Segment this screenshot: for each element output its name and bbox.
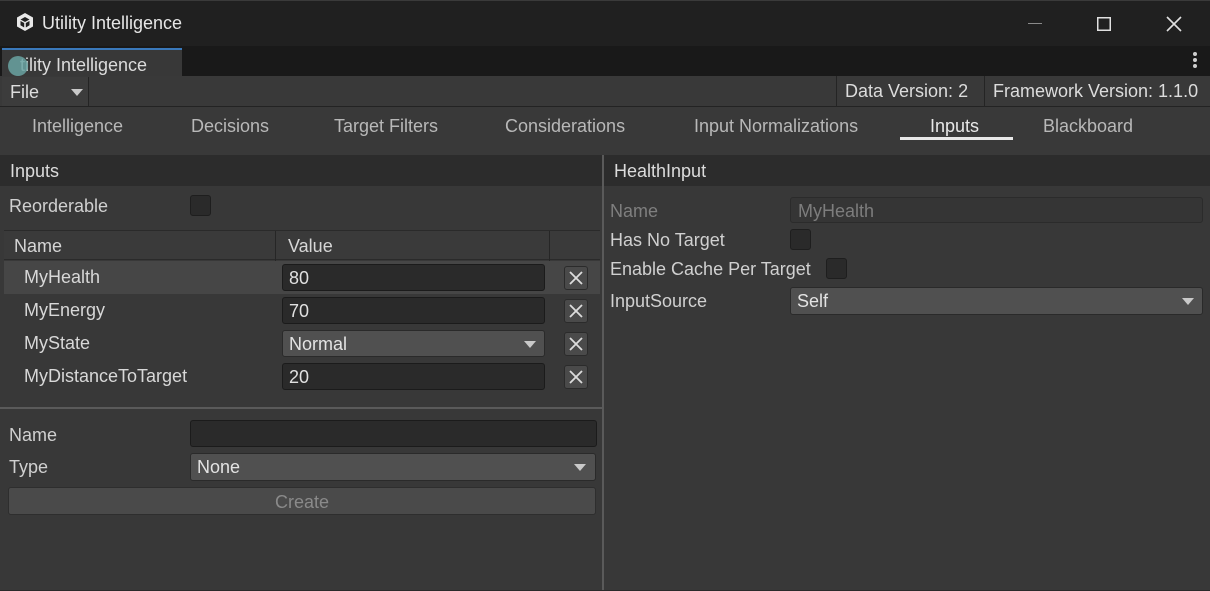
input-value-field[interactable]: 20 xyxy=(282,363,545,390)
table-row[interactable]: MyEnergy 70 xyxy=(4,294,600,327)
input-name: MyEnergy xyxy=(24,300,106,320)
tab-considerations[interactable]: Considerations xyxy=(505,116,625,137)
column-header-value: Value xyxy=(288,236,333,256)
inputs-panel-header: Inputs xyxy=(0,155,603,186)
dropdown-value: Self xyxy=(797,291,829,311)
new-input-name-field[interactable] xyxy=(190,420,597,447)
create-input-button[interactable]: Create xyxy=(8,487,596,515)
splitter-horizontal[interactable] xyxy=(0,407,603,409)
maximize-button[interactable] xyxy=(1084,9,1124,39)
toolbar: File Data Version: 2 Framework Version: … xyxy=(0,76,1210,107)
input-name: MyState xyxy=(24,333,91,353)
inputs-list-panel: Inputs Reorderable Name Value MyHealth 8… xyxy=(0,155,603,591)
input-source-label: InputSource xyxy=(610,291,708,311)
tab-decisions[interactable]: Decisions xyxy=(191,116,269,137)
input-value-field[interactable]: 70 xyxy=(282,297,545,324)
table-row[interactable]: MyState Normal xyxy=(4,327,600,360)
document-tab-label: tility Intelligence xyxy=(20,55,148,75)
reorderable-checkbox[interactable] xyxy=(190,195,211,216)
tab-blackboard[interactable]: Blackboard xyxy=(1043,116,1133,137)
dropdown-value: None xyxy=(197,457,241,477)
new-input-type-dropdown[interactable]: None xyxy=(190,453,596,481)
data-version-label: Data Version: 2 xyxy=(836,76,984,107)
remove-input-button[interactable] xyxy=(564,332,588,356)
table-row[interactable]: MyHealth 80 xyxy=(4,261,600,294)
close-icon xyxy=(569,337,583,351)
file-menu-button[interactable]: File xyxy=(2,77,89,106)
close-icon xyxy=(1166,16,1182,32)
close-icon xyxy=(569,304,583,318)
column-header-name: Name xyxy=(14,236,63,256)
enable-cache-label: Enable Cache Per Target xyxy=(610,259,811,279)
more-options-icon[interactable] xyxy=(1192,52,1198,70)
has-no-target-label: Has No Target xyxy=(610,230,725,250)
maximize-icon xyxy=(1097,17,1111,31)
input-inspector-panel: HealthInput Name MyHealth Has No Target … xyxy=(604,155,1210,591)
remove-input-button[interactable] xyxy=(564,365,588,389)
tab-intelligence[interactable]: Intelligence xyxy=(32,116,123,137)
new-input-type-label: Type xyxy=(9,457,49,477)
cursor-indicator xyxy=(8,56,28,76)
dropdown-value: Normal xyxy=(289,334,348,354)
inspector-name-field: MyHealth xyxy=(790,197,1203,223)
close-icon xyxy=(569,370,583,384)
input-name: MyDistanceToTarget xyxy=(24,366,188,386)
document-tab-strip: tility Intelligence xyxy=(0,46,1210,76)
remove-input-button[interactable] xyxy=(564,266,588,290)
window-titlebar: Utility Intelligence xyxy=(0,0,1210,46)
column-divider[interactable] xyxy=(549,231,550,261)
framework-version-label: Framework Version: 1.1.0 xyxy=(984,76,1210,107)
input-source-dropdown[interactable]: Self xyxy=(790,287,1203,315)
document-tab[interactable]: tility Intelligence xyxy=(2,48,182,76)
table-row[interactable]: MyDistanceToTarget 20 xyxy=(4,360,600,393)
chevron-down-icon xyxy=(71,89,83,96)
close-window-button[interactable] xyxy=(1154,9,1194,39)
tab-target-filters[interactable]: Target Filters xyxy=(334,116,438,137)
input-value-dropdown[interactable]: Normal xyxy=(282,330,545,357)
chevron-down-icon xyxy=(524,341,536,348)
minimize-icon xyxy=(1028,23,1042,24)
chevron-down-icon xyxy=(574,464,586,471)
chevron-down-icon xyxy=(1182,298,1194,305)
window-title: Utility Intelligence xyxy=(42,13,183,33)
enable-cache-checkbox[interactable] xyxy=(826,258,847,279)
remove-input-button[interactable] xyxy=(564,299,588,323)
tab-input-normalizations[interactable]: Input Normalizations xyxy=(694,116,858,137)
tab-inputs[interactable]: Inputs xyxy=(930,116,979,137)
has-no-target-checkbox[interactable] xyxy=(790,229,811,250)
main-tabs: Intelligence Decisions Target Filters Co… xyxy=(0,107,1210,155)
input-value-field[interactable]: 80 xyxy=(282,264,545,291)
minimize-button[interactable] xyxy=(1015,9,1055,39)
active-tab-indicator xyxy=(900,137,1013,140)
inspector-header: HealthInput xyxy=(604,155,1210,186)
close-icon xyxy=(569,271,583,285)
new-input-name-label: Name xyxy=(9,425,58,445)
inputs-table-header: Name Value xyxy=(4,230,600,261)
unity-cube-icon xyxy=(17,13,33,31)
column-divider[interactable] xyxy=(275,231,276,261)
inspector-name-label: Name xyxy=(610,201,659,221)
reorderable-label: Reorderable xyxy=(9,196,109,216)
file-menu-label: File xyxy=(10,82,40,102)
input-name: MyHealth xyxy=(24,267,101,287)
